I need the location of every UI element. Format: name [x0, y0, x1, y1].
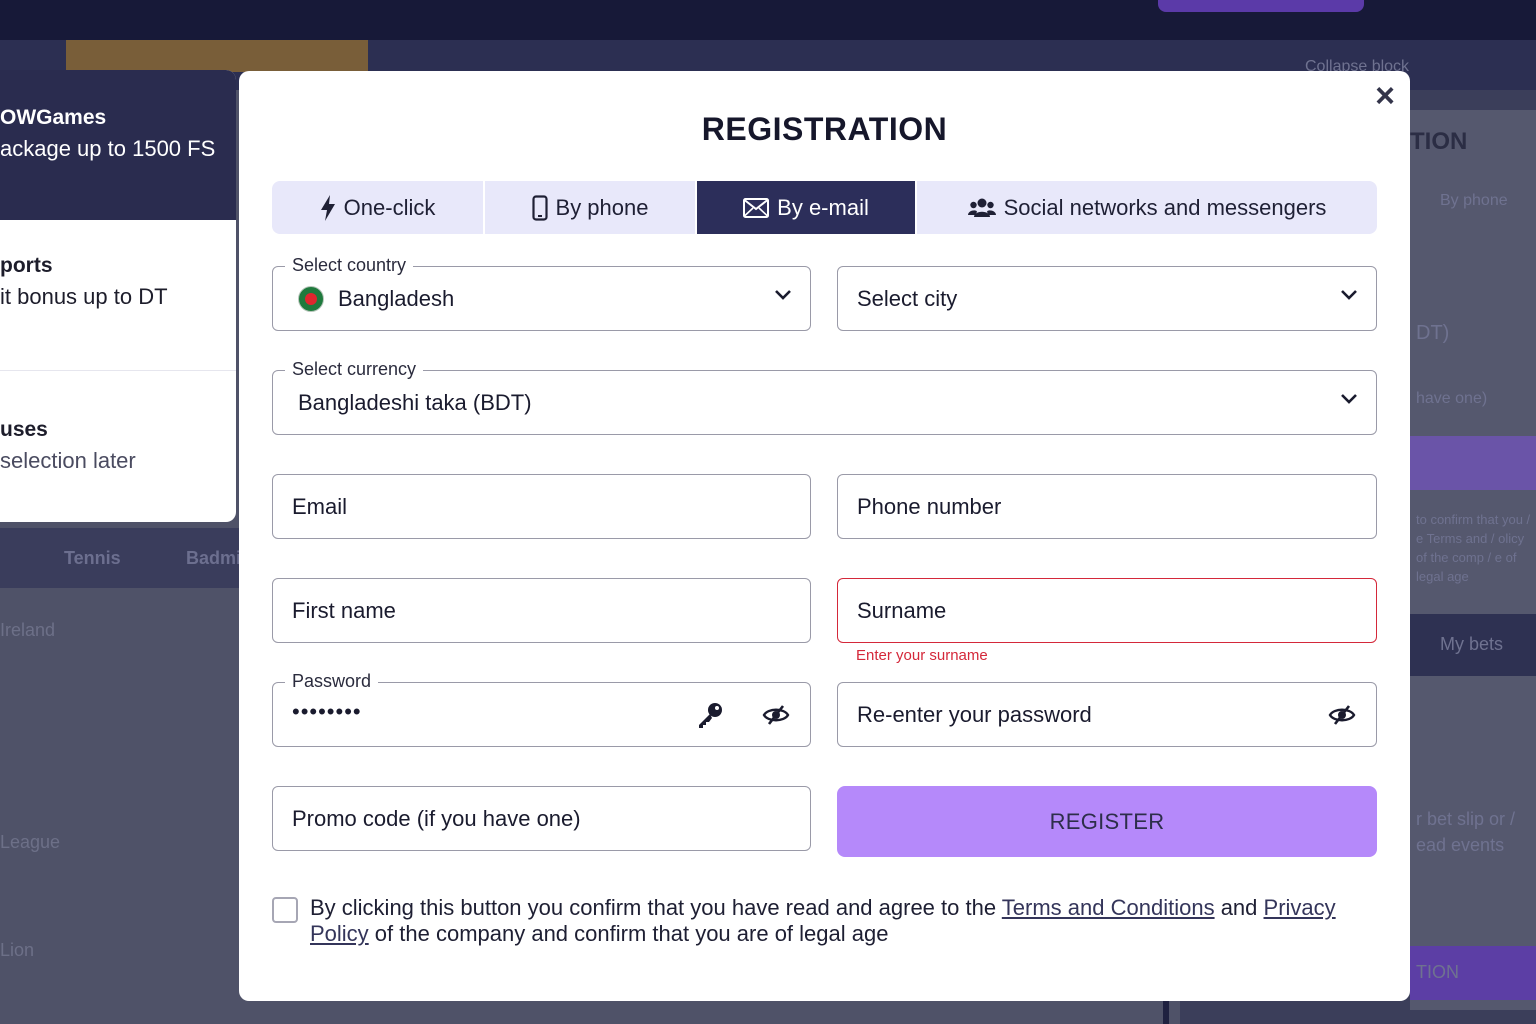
- country-select[interactable]: Select country Bangladesh: [272, 255, 811, 331]
- surname-placeholder: Surname: [857, 597, 947, 623]
- first-name-placeholder: First name: [292, 597, 396, 623]
- tab-social-networks[interactable]: Social networks and messengers: [917, 181, 1377, 234]
- city-select-placeholder: Select city: [857, 285, 958, 311]
- email-field-placeholder: Email: [292, 493, 348, 519]
- first-name-field[interactable]: First name: [272, 578, 811, 643]
- bonus-promo-card: OWGames ackage up to 1500 FS ports it bo…: [0, 70, 236, 522]
- background-right-my-bets: My bets: [1440, 634, 1504, 654]
- chevron-down-icon: [775, 290, 791, 300]
- phone-icon: [531, 194, 548, 221]
- background-sport-tennis: Tennis: [64, 548, 121, 568]
- envelope-icon: [743, 197, 770, 218]
- currency-select-value: Bangladeshi taka (BDT): [298, 389, 532, 415]
- background-right-tab-phone: By phone: [1440, 192, 1508, 209]
- password-field[interactable]: Password ••••••••: [272, 671, 811, 747]
- background-right-bottom-label: TION: [1416, 962, 1459, 982]
- promo-games-section[interactable]: OWGames ackage up to 1500 FS: [0, 70, 236, 220]
- tab-one-click-label: One-click: [343, 194, 436, 220]
- background-right-promo: have one): [1416, 390, 1488, 407]
- registration-modal: × REGISTRATION One-click By phone By e-m…: [239, 71, 1410, 1001]
- currency-select-legend: Select currency: [285, 359, 424, 380]
- bangladesh-flag-icon: [298, 285, 324, 312]
- background-divider: [1163, 1000, 1169, 1024]
- tab-by-email-label: By e-mail: [777, 194, 869, 220]
- background-list-item: League: [0, 832, 61, 852]
- key-icon: [699, 703, 722, 728]
- tab-by-email[interactable]: By e-mail: [697, 181, 917, 234]
- terms-checkbox[interactable]: [272, 897, 298, 923]
- country-select-legend: Select country: [285, 255, 414, 276]
- promo-sports-section[interactable]: ports it bonus up to DT: [0, 254, 236, 310]
- background-right-button: [1410, 436, 1536, 490]
- chevron-down-icon: [1341, 394, 1357, 404]
- background-list-item: Ireland: [0, 620, 56, 640]
- password-legend: Password: [285, 671, 379, 692]
- terms-agreement-text: By clicking this button you confirm that…: [310, 895, 1377, 947]
- background-list-item: Lion: [0, 940, 35, 960]
- users-icon: [967, 198, 996, 217]
- show-password-button[interactable]: [760, 699, 792, 731]
- eye-slash-icon: [1328, 705, 1356, 725]
- close-button[interactable]: ×: [1370, 77, 1400, 115]
- email-field[interactable]: Email: [272, 474, 811, 539]
- surname-error-message: Enter your surname: [856, 647, 988, 664]
- agree-text-before: By clicking this button you confirm that…: [310, 895, 1002, 920]
- background-sports-row: Tennis Badminton: [0, 528, 280, 588]
- promo-code-placeholder: Promo code (if you have one): [292, 805, 581, 831]
- background-right-heading: TION: [1410, 128, 1468, 155]
- show-reenter-password-button[interactable]: [1326, 699, 1358, 731]
- registration-tabs: One-click By phone By e-mail Social netw…: [272, 181, 1377, 234]
- terms-and-conditions-link[interactable]: Terms and Conditions: [1002, 895, 1215, 920]
- tab-one-click[interactable]: One-click: [272, 181, 485, 234]
- phone-number-placeholder: Phone number: [857, 493, 1002, 519]
- modal-title: REGISTRATION: [701, 111, 948, 147]
- background-banner-image: [66, 40, 368, 72]
- close-icon: ×: [1375, 77, 1395, 115]
- tab-by-phone[interactable]: By phone: [485, 181, 697, 234]
- promo-games-title: OWGames: [0, 106, 107, 129]
- tab-social-networks-label: Social networks and messengers: [1003, 194, 1327, 220]
- eye-slash-icon: [762, 705, 790, 725]
- reenter-password-field[interactable]: Re-enter your password: [837, 682, 1377, 747]
- background-header-button: [1158, 0, 1364, 12]
- background-right-currency: DT): [1416, 322, 1450, 344]
- promo-bonuses-section[interactable]: uses selection later: [0, 418, 236, 474]
- password-value: ••••••••: [292, 698, 362, 724]
- lightning-icon: [320, 194, 335, 221]
- promo-sports-title: ports: [0, 254, 53, 277]
- promo-divider: [0, 370, 236, 371]
- promo-code-field[interactable]: Promo code (if you have one): [272, 786, 811, 851]
- promo-bonuses-desc: selection later: [0, 448, 136, 473]
- city-select[interactable]: Select city: [837, 266, 1377, 331]
- background-top-bar: [0, 0, 1536, 40]
- agree-text-after: of the company and confirm that you are …: [368, 921, 889, 946]
- background-right-terms: to confirm that you / e Terms and / olic…: [1416, 512, 1531, 584]
- chevron-down-icon: [1341, 290, 1357, 300]
- generate-password-button[interactable]: [694, 699, 726, 731]
- terms-agreement: By clicking this button you confirm that…: [272, 895, 1377, 947]
- background-right-betslip: r bet slip or / ead events: [1416, 809, 1516, 855]
- promo-bonuses-title: uses: [0, 418, 48, 441]
- register-button[interactable]: REGISTER: [837, 786, 1377, 857]
- promo-games-desc: ackage up to 1500 FS: [0, 136, 216, 161]
- tab-by-phone-label: By phone: [555, 194, 649, 220]
- promo-sports-desc: it bonus up to DT: [0, 284, 168, 309]
- phone-number-field[interactable]: Phone number: [837, 474, 1377, 539]
- currency-select[interactable]: Select currency Bangladeshi taka (BDT): [272, 359, 1377, 435]
- agree-text-and: and: [1214, 895, 1264, 920]
- reenter-password-placeholder: Re-enter your password: [857, 701, 1092, 727]
- surname-field[interactable]: Surname: [837, 578, 1377, 643]
- country-select-value: Bangladesh: [338, 285, 455, 311]
